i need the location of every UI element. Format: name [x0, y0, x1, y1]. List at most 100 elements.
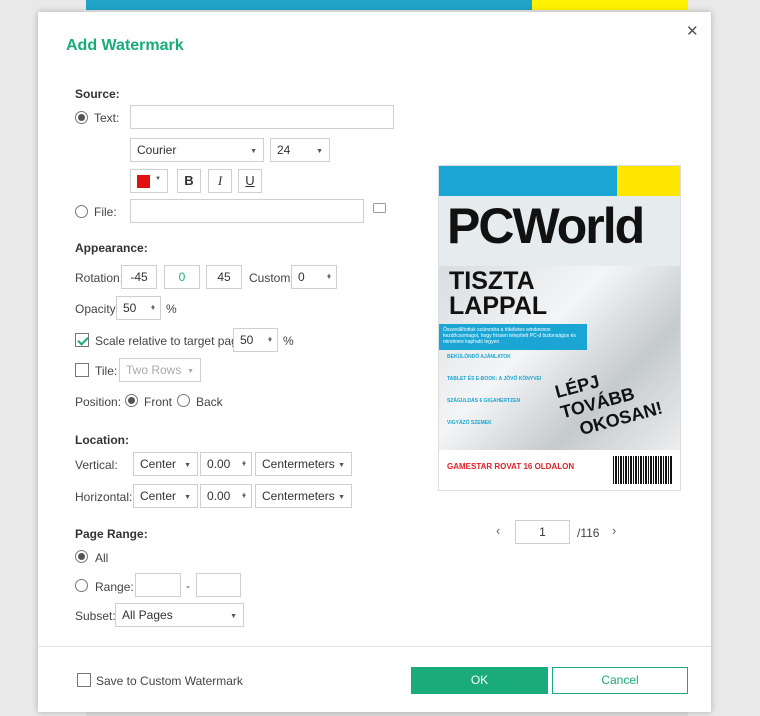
- vertical-unit-value: Centermeters: [262, 457, 335, 471]
- source-heading: Source:: [75, 87, 120, 101]
- cancel-button[interactable]: Cancel: [552, 667, 688, 694]
- chevron-down-icon[interactable]: ▼: [150, 302, 156, 316]
- horizontal-unit-value: Centermeters: [262, 489, 335, 503]
- range-to-input[interactable]: [196, 573, 241, 597]
- vertical-offset-value: 0.00: [207, 457, 231, 471]
- source-text-label: Text:: [94, 111, 120, 125]
- scale-value: 50: [240, 333, 254, 347]
- source-text-radio[interactable]: [75, 111, 88, 124]
- background-document-strip-yellow: [532, 0, 688, 10]
- subset-value: All Pages: [122, 608, 173, 622]
- chevron-down-icon[interactable]: ▼: [326, 271, 332, 285]
- horizontal-align-select[interactable]: Center ▼: [133, 484, 198, 508]
- subset-select[interactable]: All Pages ▼: [115, 603, 244, 627]
- cover-headline-line1: TISZTA: [449, 267, 535, 295]
- position-back-radio[interactable]: [177, 394, 190, 407]
- current-page-input[interactable]: 1: [515, 520, 570, 544]
- rotation-0-button[interactable]: 0: [164, 265, 200, 289]
- chevron-down-icon: ▼: [316, 148, 323, 155]
- appearance-heading: Appearance:: [75, 241, 148, 255]
- range-dash: -: [186, 579, 190, 593]
- dialog-title: Add Watermark: [66, 37, 184, 54]
- opacity-value: 50: [123, 301, 137, 315]
- page-range-all-radio[interactable]: [75, 550, 88, 563]
- tile-select[interactable]: Two Rows ▼: [119, 358, 201, 382]
- scale-checkbox[interactable]: [75, 333, 89, 347]
- cover-masthead: PCWorld: [447, 198, 645, 254]
- cover-blurb-box: Összeállítottuk számodra a tökéletes win…: [439, 324, 587, 350]
- scale-stepper[interactable]: 50 ▲ ▼: [233, 328, 278, 352]
- watermark-preview-page: PCWorld TISZTA LAPPAL Összeállítottuk sz…: [438, 165, 681, 491]
- cover-headline: TISZTA LAPPAL: [449, 269, 547, 319]
- rotation-label: Rotation:: [75, 271, 124, 285]
- position-front-radio[interactable]: [125, 394, 138, 407]
- save-custom-watermark-checkbox[interactable]: [77, 673, 91, 687]
- ok-button[interactable]: OK: [411, 667, 548, 694]
- cover-item: TABLET ÉS E-BOOK: A JÖVŐ KÖNYVEI: [447, 376, 542, 382]
- color-swatch: [137, 175, 150, 188]
- vertical-align-select[interactable]: Center ▼: [133, 452, 198, 476]
- rotation-45-button[interactable]: 45: [206, 265, 242, 289]
- subset-label: Subset:: [75, 609, 116, 623]
- chevron-down-icon: ▼: [338, 462, 345, 469]
- page-range-label: Range:: [95, 580, 134, 594]
- custom-rotation-label: Custom:: [249, 271, 294, 285]
- chevron-down-icon: ▼: [187, 368, 194, 375]
- cover-top-banner-yellow: [617, 166, 680, 196]
- bold-button[interactable]: B: [177, 169, 201, 193]
- footer-divider: [38, 646, 711, 647]
- cover-gamestar: GAMESTAR ROVAT 16 OLDALON: [447, 462, 575, 471]
- chevron-down-icon: ▼: [184, 462, 191, 469]
- page-range-custom-radio[interactable]: [75, 579, 88, 592]
- total-pages: /116: [577, 526, 600, 540]
- scale-percent: %: [283, 334, 294, 348]
- close-icon[interactable]: ✕: [686, 22, 699, 40]
- underline-button[interactable]: U: [238, 169, 262, 193]
- color-picker[interactable]: ▼: [130, 169, 168, 193]
- watermark-text-input[interactable]: [130, 105, 394, 129]
- range-from-input[interactable]: [135, 573, 181, 597]
- chevron-down-icon: ▼: [250, 148, 257, 155]
- cover-barcode: [613, 456, 673, 484]
- horizontal-unit-select[interactable]: Centermeters ▼: [255, 484, 352, 508]
- custom-rotation-stepper[interactable]: 0 ▲ ▼: [291, 265, 337, 289]
- tile-label: Tile:: [95, 364, 118, 378]
- font-select-value: Courier: [137, 143, 177, 157]
- file-path-input[interactable]: [130, 199, 364, 223]
- rotation-minus-45-button[interactable]: -45: [121, 265, 157, 289]
- custom-rotation-value: 0: [298, 270, 305, 284]
- scale-label: Scale relative to target page:: [95, 334, 248, 348]
- page-range-all-label: All: [95, 551, 109, 565]
- location-heading: Location:: [75, 433, 129, 447]
- vertical-label: Vertical:: [75, 458, 118, 472]
- horizontal-label: Horizontal:: [75, 490, 133, 504]
- font-select[interactable]: Courier ▼: [130, 138, 264, 162]
- horizontal-offset-stepper[interactable]: 0.00 ▲ ▼: [200, 484, 252, 508]
- chevron-down-icon[interactable]: ▼: [241, 490, 247, 504]
- page-range-heading: Page Range:: [75, 527, 148, 541]
- source-file-radio[interactable]: [75, 205, 88, 218]
- position-back-label: Back: [196, 395, 223, 409]
- vertical-align-value: Center: [140, 457, 177, 471]
- background-document-strip: [86, 0, 532, 10]
- previous-page-icon[interactable]: ‹: [496, 523, 500, 538]
- horizontal-offset-value: 0.00: [207, 489, 231, 503]
- font-size-select[interactable]: 24 ▼: [270, 138, 330, 162]
- chevron-down-icon[interactable]: ▼: [241, 458, 247, 472]
- vertical-unit-select[interactable]: Centermeters ▼: [255, 452, 352, 476]
- opacity-percent: %: [166, 302, 177, 316]
- cover-items: BEKÜLÖNDŐ AJÁNLATOK TABLET ÉS E-BOOK: A …: [447, 354, 557, 426]
- cover-headline-line2: LAPPAL: [449, 292, 548, 320]
- folder-icon[interactable]: [373, 203, 386, 213]
- tile-select-value: Two Rows: [126, 363, 182, 377]
- tile-checkbox[interactable]: [75, 363, 89, 377]
- chevron-down-icon[interactable]: ▼: [267, 334, 273, 348]
- source-file-label: File:: [94, 205, 117, 219]
- vertical-offset-stepper[interactable]: 0.00 ▲ ▼: [200, 452, 252, 476]
- italic-button[interactable]: I: [208, 169, 232, 193]
- cover-blurb: Összeállítottuk számodra a tökéletes win…: [443, 327, 576, 345]
- opacity-stepper[interactable]: 50 ▲ ▼: [116, 296, 161, 320]
- next-page-icon[interactable]: ›: [612, 523, 616, 538]
- cover-item: SZÁGULDÁS 6 GIGAHERTZEN: [447, 398, 521, 404]
- chevron-down-icon: ▼: [338, 494, 345, 501]
